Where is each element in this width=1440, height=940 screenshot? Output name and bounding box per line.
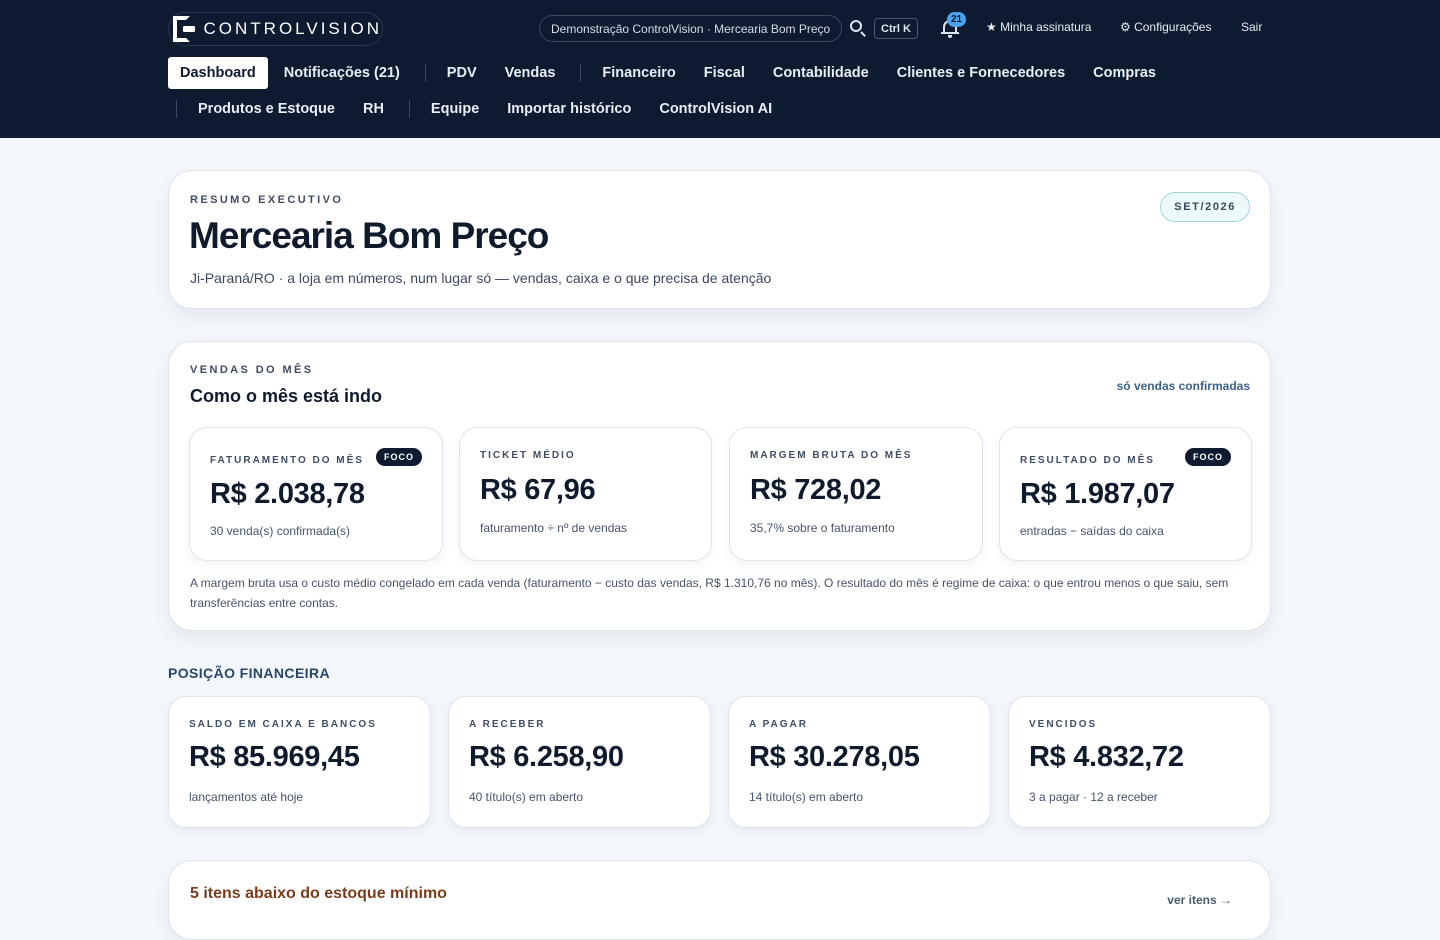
nav-fiscal[interactable]: Fiscal: [692, 57, 757, 89]
fin-card-vencidos[interactable]: VENCIDOS R$ 4.832,72 3 a pagar · 12 a re…: [1008, 696, 1271, 828]
brand-logo-link[interactable]: CONTROLVISION: [168, 12, 383, 46]
metric-label: A PAGAR: [749, 719, 808, 730]
focus-badge: FOCO: [1185, 448, 1231, 466]
metric-subtext: 35,7% sobre o faturamento: [750, 521, 895, 535]
executive-summary-card: RESUMO EXECUTIVO Mercearia Bom Preço Ji-…: [168, 170, 1271, 309]
financial-section-title: POSIÇÃO FINANCEIRA: [168, 665, 330, 681]
monthly-sales-card: VENDAS DO MÊS Como o mês está indo só ve…: [168, 341, 1271, 631]
metric-subtext: 3 a pagar · 12 a receber: [1029, 790, 1158, 804]
metric-value: R$ 2.038,78: [210, 478, 365, 510]
focus-badge: FOCO: [376, 448, 422, 466]
fin-card-saldo[interactable]: SALDO EM CAIXA E BANCOS R$ 85.969,45 lan…: [168, 696, 431, 828]
metric-label: TICKET MÉDIO: [480, 450, 576, 461]
controlvision-logo-icon: [173, 16, 195, 42]
metric-label: MARGEM BRUTA DO MÊS: [750, 450, 913, 461]
view-items-link[interactable]: ver itens →: [1167, 893, 1232, 907]
nav-notificacoes[interactable]: Notificações (21): [272, 57, 412, 89]
nav-produtos-estoque[interactable]: Produtos e Estoque: [186, 93, 347, 125]
nav-importar-historico[interactable]: Importar histórico: [495, 93, 643, 125]
metric-value: R$ 4.832,72: [1029, 741, 1184, 773]
brand-name: CONTROLVISION: [203, 19, 382, 38]
metric-subtext: lançamentos até hoje: [189, 790, 304, 804]
low-stock-title: 5 itens abaixo do estoque mínimo: [190, 885, 447, 902]
main-nav-row-1: Dashboard Notificações (21) PDV Vendas F…: [168, 57, 1172, 89]
metric-value: R$ 85.969,45: [189, 741, 360, 773]
main-nav-row-2: Produtos e Estoque RH Equipe Importar hi…: [168, 93, 788, 125]
nav-divider: [580, 64, 582, 82]
fin-card-a-pagar[interactable]: A PAGAR R$ 30.278,05 14 título(s) em abe…: [728, 696, 991, 828]
search-icon[interactable]: [848, 18, 868, 38]
account-context-pill[interactable]: Demonstração ControlVision · Mercearia B…: [539, 15, 843, 42]
metric-subtext: 30 venda(s) confirmada(s): [210, 524, 351, 538]
metric-card-faturamento[interactable]: FATURAMENTO DO MÊS FOCO R$ 2.038,78 30 v…: [189, 427, 443, 561]
metric-subtext: entradas − saídas do caixa: [1020, 524, 1164, 538]
nav-clientes-fornecedores[interactable]: Clientes e Fornecedores: [885, 57, 1077, 89]
page-title: Mercearia Bom Preço: [189, 215, 549, 256]
metric-label: VENCIDOS: [1029, 719, 1098, 730]
metric-subtext: 40 título(s) em aberto: [469, 790, 584, 804]
nav-divider: [408, 100, 410, 118]
metric-label: FATURAMENTO DO MÊS: [210, 455, 364, 466]
sales-filter-note: só vendas confirmadas: [1116, 379, 1250, 393]
summary-eyebrow: RESUMO EXECUTIVO: [190, 194, 344, 206]
subscription-link[interactable]: ★ Minha assinatura: [986, 20, 1091, 34]
sales-title: Como o mês está indo: [190, 386, 383, 406]
nav-financeiro[interactable]: Financeiro: [590, 57, 687, 89]
nav-dashboard[interactable]: Dashboard: [168, 57, 268, 89]
metric-subtext: faturamento ÷ nº de vendas: [480, 521, 628, 535]
metric-card-resultado[interactable]: RESULTADO DO MÊS FOCO R$ 1.987,07 entrad…: [999, 427, 1252, 561]
metric-label: A RECEBER: [469, 719, 546, 730]
sales-eyebrow: VENDAS DO MÊS: [190, 364, 314, 376]
low-stock-alert-card: 5 itens abaixo do estoque mínimo ver ite…: [168, 860, 1271, 940]
nav-equipe[interactable]: Equipe: [419, 93, 491, 125]
nav-pdv[interactable]: PDV: [435, 57, 489, 89]
metric-card-ticket-medio[interactable]: TICKET MÉDIO R$ 67,96 faturamento ÷ nº d…: [459, 427, 712, 561]
nav-compras[interactable]: Compras: [1081, 57, 1168, 89]
nav-divider: [176, 100, 177, 118]
metric-subtext: 14 título(s) em aberto: [749, 790, 864, 804]
metric-card-margem-bruta[interactable]: MARGEM BRUTA DO MÊS R$ 728,02 35,7% sobr…: [729, 427, 983, 561]
top-bar: CONTROLVISION Demonstração ControlVision…: [0, 0, 1440, 138]
sales-footnote: A margem bruta usa o custo médio congela…: [190, 576, 1229, 610]
nav-divider: [424, 64, 426, 82]
settings-link[interactable]: ⚙ Configurações: [1120, 20, 1211, 34]
fin-card-a-receber[interactable]: A RECEBER R$ 6.258,90 40 título(s) em ab…: [448, 696, 711, 828]
nav-controlvision-ai[interactable]: ControlVision AI: [647, 93, 784, 125]
logout-link[interactable]: Sair: [1241, 20, 1262, 34]
metric-value: R$ 6.258,90: [469, 741, 624, 773]
nav-vendas[interactable]: Vendas: [493, 57, 568, 89]
page-subtitle: Ji-Paraná/RO · a loja em números, num lu…: [190, 270, 772, 286]
period-badge[interactable]: SET/2026: [1160, 192, 1250, 222]
nav-contabilidade[interactable]: Contabilidade: [761, 57, 881, 89]
metric-label: SALDO EM CAIXA E BANCOS: [189, 719, 377, 730]
metric-value: R$ 728,02: [750, 474, 882, 506]
metric-value: R$ 67,96: [480, 474, 596, 506]
metric-value: R$ 1.987,07: [1020, 478, 1175, 510]
notification-count-badge: 21: [947, 12, 967, 27]
metric-value: R$ 30.278,05: [749, 741, 920, 773]
metric-label: RESULTADO DO MÊS: [1020, 455, 1155, 466]
nav-rh[interactable]: RH: [351, 93, 396, 125]
search-shortcut-hint[interactable]: Ctrl K: [874, 18, 918, 39]
